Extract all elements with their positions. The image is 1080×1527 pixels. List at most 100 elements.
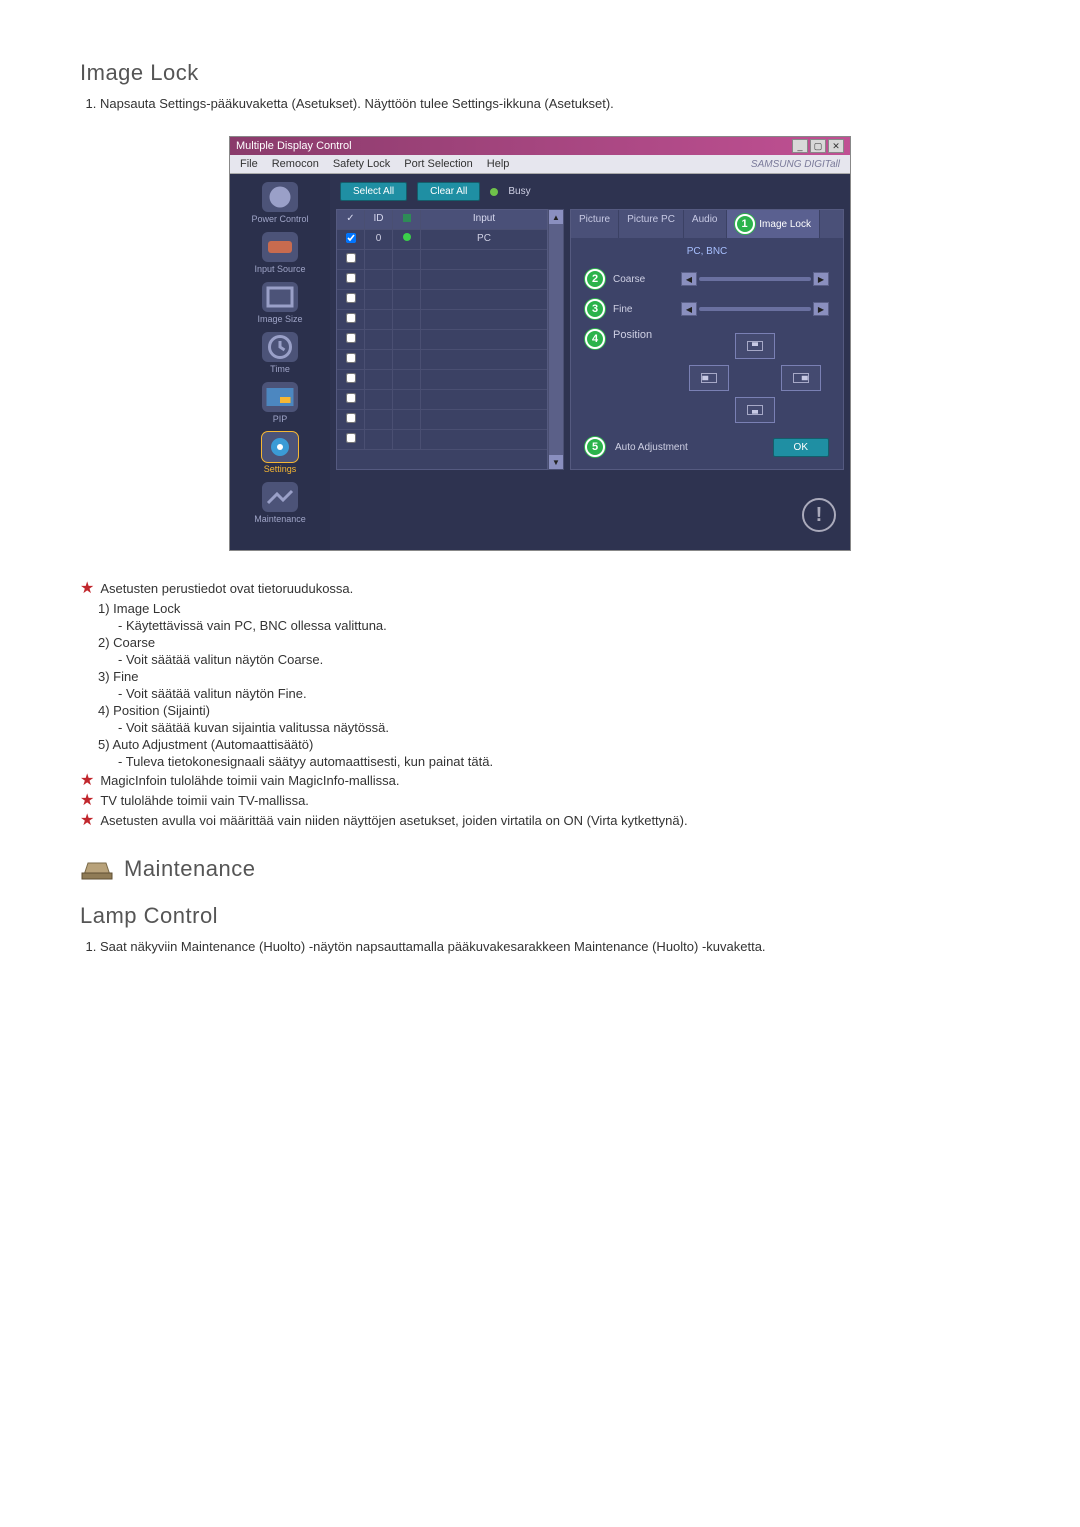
row-checkbox[interactable] xyxy=(346,313,356,323)
row-checkbox[interactable] xyxy=(346,393,356,403)
list-sub: - Voit säätää valitun näytön Fine. xyxy=(118,686,1000,701)
section1-step-1: Napsauta Settings-pääkuvaketta (Asetukse… xyxy=(100,96,1000,111)
menu-file[interactable]: File xyxy=(240,158,258,170)
time-icon xyxy=(262,332,298,362)
image-size-icon xyxy=(262,282,298,312)
window-title: Multiple Display Control xyxy=(236,140,352,152)
menu-safety-lock[interactable]: Safety Lock xyxy=(333,158,390,170)
section1-steps: Napsauta Settings-pääkuvaketta (Asetukse… xyxy=(100,96,1000,111)
position-left-button[interactable] xyxy=(689,365,729,391)
info-icon[interactable]: ! xyxy=(802,498,836,532)
section3-step-1: Saat näkyviin Maintenance (Huolto) -näyt… xyxy=(100,939,1000,954)
clear-all-button[interactable]: Clear All xyxy=(417,182,480,201)
row-checkbox[interactable] xyxy=(346,253,356,263)
col-id: ID xyxy=(365,210,393,229)
panel-footer: ! xyxy=(330,480,850,550)
row-checkbox[interactable] xyxy=(346,333,356,343)
tab-audio[interactable]: Audio xyxy=(684,210,727,238)
tab-picture[interactable]: Picture xyxy=(571,210,619,238)
row-id: 0 xyxy=(365,230,393,249)
row-input: PC xyxy=(421,230,547,249)
tab-picture-pc[interactable]: Picture PC xyxy=(619,210,684,238)
bullets-intro: Asetusten perustiedot ovat tietoruudukos… xyxy=(100,581,353,596)
slider-right-icon[interactable]: ▶ xyxy=(813,272,829,286)
sidebar-item-settings[interactable]: Settings xyxy=(262,432,298,474)
list-item: 5) Auto Adjustment (Automaattisäätö) xyxy=(98,737,1000,752)
status-on-icon xyxy=(403,233,411,241)
sidebar-item-image-size[interactable]: Image Size xyxy=(257,282,302,324)
menu-port-selection[interactable]: Port Selection xyxy=(404,158,472,170)
settings-panel: Picture Picture PC Audio 1 Image Lock PC… xyxy=(570,209,844,470)
coarse-label: Coarse xyxy=(613,274,673,285)
busy-label: Busy xyxy=(508,186,530,197)
list-item: 3) Fine xyxy=(98,669,1000,684)
slider-right-icon[interactable]: ▶ xyxy=(813,302,829,316)
callout-1: 1 xyxy=(735,214,755,234)
position-right-button[interactable] xyxy=(781,365,821,391)
maintenance-section-icon xyxy=(80,855,114,883)
sidebar-item-pip[interactable]: PIP xyxy=(262,382,298,424)
select-all-button[interactable]: Select All xyxy=(340,182,407,201)
menu-help[interactable]: Help xyxy=(487,158,510,170)
col-status xyxy=(393,210,421,229)
callout-5: 5 xyxy=(585,437,605,457)
callout-2: 2 xyxy=(585,269,605,289)
table-row xyxy=(337,390,547,410)
table-row xyxy=(337,410,547,430)
table-row xyxy=(337,310,547,330)
row-checkbox[interactable] xyxy=(346,373,356,383)
close-icon[interactable]: ✕ xyxy=(828,139,844,153)
list-sub: - Voit säätää valitun näytön Coarse. xyxy=(118,652,1000,667)
fine-label: Fine xyxy=(613,304,673,315)
tab-image-lock[interactable]: 1 Image Lock xyxy=(727,210,820,238)
row-checkbox[interactable] xyxy=(346,293,356,303)
slider-left-icon[interactable]: ◀ xyxy=(681,272,697,286)
list-sub: - Tuleva tietokonesignaali säätyy automa… xyxy=(118,754,1000,769)
row-checkbox[interactable] xyxy=(346,233,356,243)
ok-button[interactable]: OK xyxy=(773,438,829,457)
scroll-up-icon[interactable]: ▲ xyxy=(549,210,563,224)
position-pad xyxy=(681,329,829,427)
row-checkbox[interactable] xyxy=(346,433,356,443)
section-heading-maintenance: Maintenance xyxy=(124,856,255,882)
position-label: Position xyxy=(613,329,673,341)
menubar: File Remocon Safety Lock Port Selection … xyxy=(230,155,850,174)
note-3: Asetusten avulla voi määrittää vain niid… xyxy=(100,813,687,828)
scroll-down-icon[interactable]: ▼ xyxy=(549,455,563,469)
position-up-button[interactable] xyxy=(735,333,775,359)
minimize-icon[interactable]: _ xyxy=(792,139,808,153)
section-heading-image-lock: Image Lock xyxy=(80,60,1000,86)
star-icon: ★ xyxy=(80,813,94,829)
brand-label: SAMSUNG DIGITall xyxy=(751,159,840,170)
sidebar: Power Control Input Source Image Size Ti… xyxy=(230,174,330,550)
table-row xyxy=(337,330,547,350)
list-item: 2) Coarse xyxy=(98,635,1000,650)
row-checkbox[interactable] xyxy=(346,273,356,283)
table-scrollbar[interactable]: ▲ ▼ xyxy=(548,209,564,470)
callout-4: 4 xyxy=(585,329,605,349)
table-row xyxy=(337,370,547,390)
busy-indicator-icon xyxy=(490,188,498,196)
section3-steps: Saat näkyviin Maintenance (Huolto) -näyt… xyxy=(100,939,1000,954)
fine-slider[interactable]: ◀ ▶ xyxy=(681,302,829,316)
star-icon: ★ xyxy=(80,793,94,809)
maintenance-icon xyxy=(262,482,298,512)
table-row xyxy=(337,350,547,370)
maximize-icon[interactable]: ▢ xyxy=(810,139,826,153)
table-row[interactable]: 0 PC xyxy=(337,230,547,250)
sidebar-item-power-control[interactable]: Power Control xyxy=(251,182,308,224)
window-titlebar: Multiple Display Control _ ▢ ✕ xyxy=(230,137,850,155)
panel-tabs: Picture Picture PC Audio 1 Image Lock xyxy=(571,210,843,238)
list-item: 1) Image Lock xyxy=(98,601,1000,616)
position-down-button[interactable] xyxy=(735,397,775,423)
coarse-slider[interactable]: ◀ ▶ xyxy=(681,272,829,286)
power-icon xyxy=(262,182,298,212)
row-checkbox[interactable] xyxy=(346,413,356,423)
slider-left-icon[interactable]: ◀ xyxy=(681,302,697,316)
sidebar-item-time[interactable]: Time xyxy=(262,332,298,374)
menu-remocon[interactable]: Remocon xyxy=(272,158,319,170)
auto-adjustment-label: Auto Adjustment xyxy=(615,442,688,453)
row-checkbox[interactable] xyxy=(346,353,356,363)
sidebar-item-input-source[interactable]: Input Source xyxy=(254,232,305,274)
sidebar-item-maintenance[interactable]: Maintenance xyxy=(254,482,306,524)
